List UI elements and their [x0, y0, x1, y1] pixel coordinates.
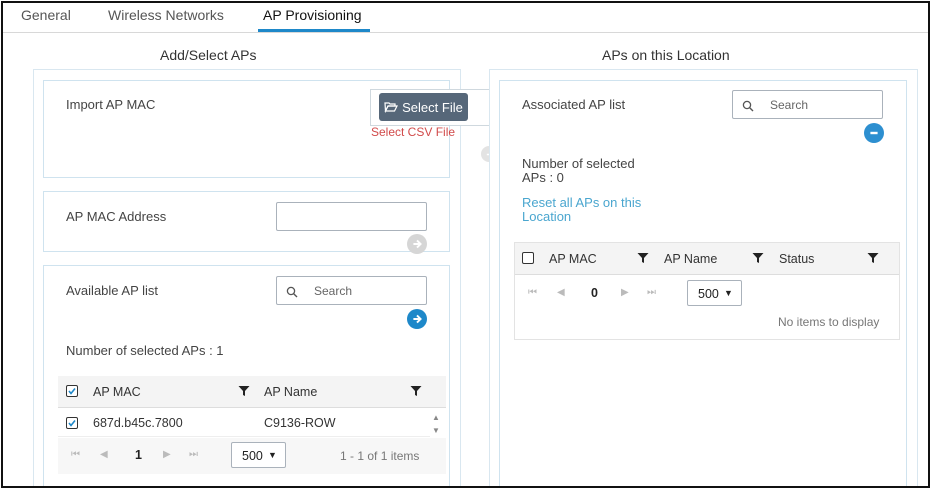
prev-page-icon[interactable]: ◀ [557, 287, 565, 298]
select-file-label: Select File [402, 99, 463, 115]
cell-ap-mac: 687d.b45c.7800 [93, 416, 183, 430]
ap-mac-address-label: AP MAC Address [66, 209, 167, 224]
associated-pager: ⏮ ◀ 0 ▶ ⏭ 500 ▼ [515, 276, 899, 308]
available-ap-table: AP MAC AP Name 687d.b45c.7800 C9136-ROW … [58, 376, 446, 474]
current-page[interactable]: 0 [591, 286, 598, 300]
last-page-icon[interactable]: ⏭ [647, 287, 656, 298]
associated-search-input[interactable]: Search [732, 90, 883, 119]
filter-icon[interactable] [867, 252, 879, 267]
available-search-input[interactable]: Search [276, 276, 427, 305]
page-size-value: 500 [698, 287, 719, 301]
ap-mac-address-input[interactable] [276, 202, 427, 231]
next-page-icon[interactable]: ▶ [163, 449, 171, 460]
selected-aps-count: Number of selected APs : 1 [66, 343, 224, 358]
location-selected-line2: APs : 0 [522, 170, 564, 185]
tab-bar: General Wireless Networks AP Provisionin… [3, 3, 928, 33]
column-ap-mac[interactable]: AP MAC [93, 385, 141, 399]
prev-page-icon[interactable]: ◀ [100, 449, 108, 460]
location-selected-line1: Number of selected [522, 156, 635, 171]
tab-ap-provisioning[interactable]: AP Provisioning [263, 7, 362, 23]
search-placeholder: Search [314, 284, 353, 298]
available-pager: ⏮ ◀ 1 ▶ ⏭ 500 ▼ 1 - 1 of 1 items [58, 438, 446, 474]
pager-range: 1 - 1 of 1 items [340, 449, 420, 463]
search-icon [742, 100, 754, 115]
remove-ap-button[interactable] [864, 123, 884, 143]
location-title: APs on this Location [602, 47, 730, 63]
empty-table-message: No items to display [778, 315, 880, 329]
active-tab-indicator [258, 29, 370, 32]
filter-icon[interactable] [238, 385, 250, 400]
associated-ap-table: AP MAC AP Name Status ⏮ ◀ 0 ▶ ⏭ 500 ▼ No [514, 242, 900, 340]
next-page-icon[interactable]: ▶ [621, 287, 629, 298]
add-select-title: Add/Select APs [160, 47, 257, 63]
search-placeholder: Search [770, 98, 809, 112]
search-icon [286, 286, 298, 301]
column-ap-name[interactable]: AP Name [664, 252, 717, 266]
current-page[interactable]: 1 [135, 448, 142, 462]
first-page-icon[interactable]: ⏮ [71, 449, 80, 460]
reset-all-aps-link[interactable]: Reset all APs on this Location [522, 196, 672, 224]
filter-icon[interactable] [752, 252, 764, 267]
available-table-header: AP MAC AP Name [58, 376, 446, 408]
import-ap-mac-label: Import AP MAC [66, 97, 156, 112]
page-size-value: 500 [242, 449, 263, 463]
page-size-select[interactable]: 500 ▼ [231, 442, 286, 468]
first-page-icon[interactable]: ⏮ [528, 287, 537, 298]
cell-ap-name: C9136-ROW [264, 416, 336, 430]
scroll-down-icon[interactable]: ▼ [432, 426, 440, 435]
column-ap-mac[interactable]: AP MAC [549, 252, 597, 266]
associated-ap-list-label: Associated AP list [522, 97, 626, 112]
chevron-down-icon: ▼ [724, 288, 733, 298]
column-ap-name[interactable]: AP Name [264, 385, 317, 399]
select-all-checkbox[interactable] [522, 252, 534, 264]
last-page-icon[interactable]: ⏭ [189, 449, 198, 460]
column-status[interactable]: Status [779, 252, 814, 266]
page-size-select[interactable]: 500 ▼ [687, 280, 742, 306]
scroll-up-icon[interactable]: ▲ [432, 413, 440, 422]
tab-general[interactable]: General [21, 7, 71, 23]
table-row[interactable]: 687d.b45c.7800 C9136-ROW [58, 409, 430, 437]
select-csv-hint: Select CSV File [371, 125, 456, 139]
chevron-down-icon: ▼ [268, 450, 277, 460]
tab-wireless-networks[interactable]: Wireless Networks [108, 7, 224, 23]
select-all-checkbox[interactable] [66, 385, 78, 397]
associated-table-header: AP MAC AP Name Status [515, 243, 899, 275]
row-checkbox[interactable] [66, 417, 78, 429]
available-ap-list-label: Available AP list [66, 283, 159, 298]
ap-provisioning-window: General Wireless Networks AP Provisionin… [1, 1, 930, 488]
filter-icon[interactable] [637, 252, 649, 267]
folder-open-icon [384, 101, 399, 113]
filter-icon[interactable] [410, 385, 422, 400]
add-ap-arrow-button[interactable] [407, 309, 427, 329]
select-file-button[interactable]: Select File [379, 93, 468, 121]
arrow-right-circle-icon[interactable] [407, 234, 427, 254]
